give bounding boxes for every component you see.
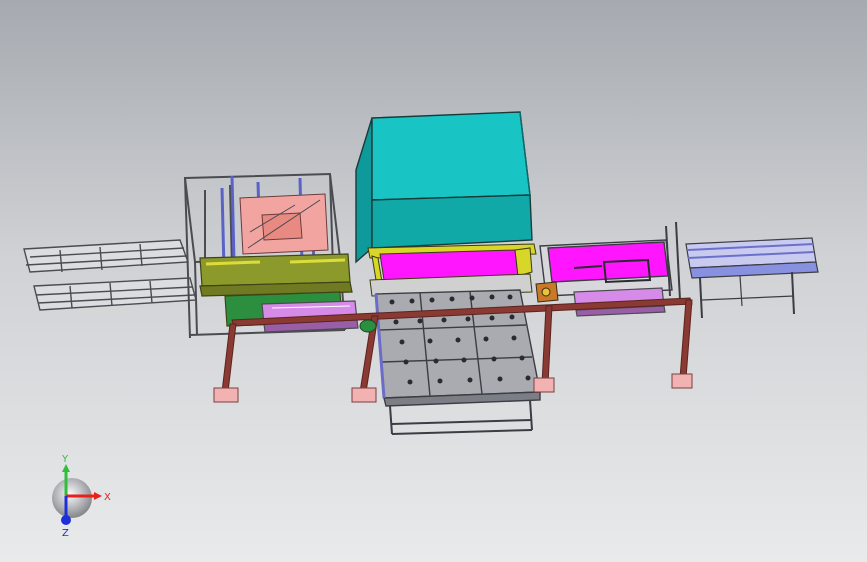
triad-sphere: [52, 478, 92, 518]
y-axis-head: [62, 464, 70, 472]
main-press: [355, 111, 533, 264]
cad-viewport: Y X Z: [0, 0, 867, 562]
assembly-line-drawing: [23, 111, 819, 435]
right-gripper: [535, 281, 559, 303]
y-axis-label: Y: [61, 454, 69, 465]
right-outfeed-conveyor: [685, 237, 819, 319]
press-motor: [359, 319, 377, 333]
loading-plates: [239, 193, 329, 255]
left-infeed-conveyor: [23, 239, 197, 311]
x-axis-head: [94, 492, 102, 500]
coordinate-triad: Y X Z: [52, 454, 111, 539]
z-axis-head: [61, 515, 71, 525]
right-station-frame: [539, 239, 673, 297]
x-axis-label: X: [104, 492, 111, 503]
z-axis-label: Z: [62, 528, 69, 539]
press-platen: [367, 243, 537, 297]
